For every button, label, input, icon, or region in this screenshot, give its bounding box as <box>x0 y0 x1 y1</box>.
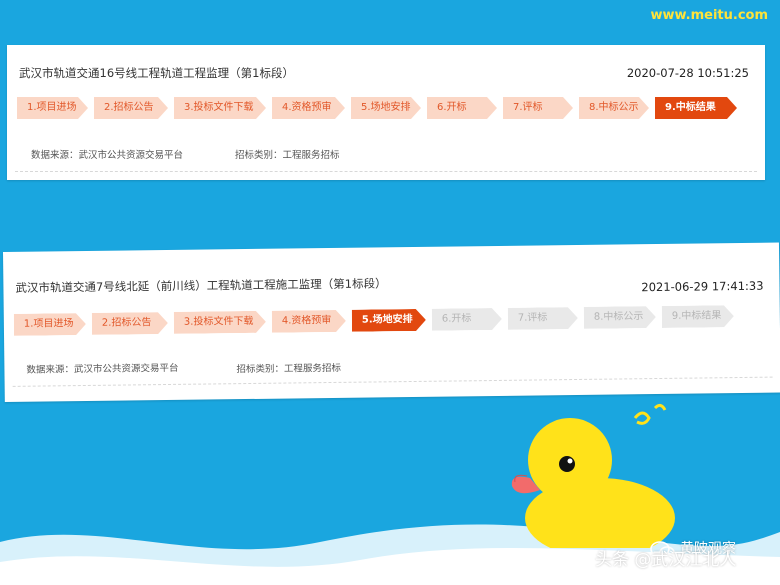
step-8[interactable]: 8.中标公示 <box>579 97 649 119</box>
step-5[interactable]: 5.场地安排 <box>351 97 421 119</box>
step-6[interactable]: 6.开标 <box>432 308 502 331</box>
step-2[interactable]: 2.招标公告 <box>92 312 168 335</box>
step-1[interactable]: 1.项目进场 <box>14 313 86 336</box>
author-credit: 头条 @武汉江北人 <box>595 550 737 570</box>
card-title: 武汉市轨道交通16号线工程轨道工程监理（第1标段） <box>19 66 294 80</box>
data-source: 数据来源：武汉市公共资源交易平台 <box>26 362 179 376</box>
tender-category: 招标类别：工程服务招标 <box>236 362 342 376</box>
step-6[interactable]: 6.开标 <box>427 97 497 119</box>
step-5[interactable]: 5.场地安排 <box>352 309 426 332</box>
divider <box>15 171 757 172</box>
step-7[interactable]: 7.评标 <box>508 307 578 330</box>
step-3[interactable]: 3.投标文件下载 <box>174 311 266 334</box>
step-7[interactable]: 7.评标 <box>503 97 573 119</box>
step-1[interactable]: 1.项目进场 <box>17 97 88 119</box>
card-title: 武汉市轨道交通7号线北延（前川线）工程轨道工程施工监理（第1标段） <box>15 276 387 295</box>
step-4[interactable]: 4.资格预审 <box>272 97 345 119</box>
tender-card-2: 武汉市轨道交通7号线北延（前川线）工程轨道工程施工监理（第1标段） 2021-0… <box>3 242 780 402</box>
card-timestamp: 2021-06-29 17:41:33 <box>641 278 764 295</box>
step-9[interactable]: 9.中标结果 <box>662 305 734 328</box>
step-9[interactable]: 9.中标结果 <box>655 97 737 119</box>
tender-category: 招标类别：工程服务招标 <box>235 150 340 161</box>
step-2[interactable]: 2.招标公告 <box>94 97 168 119</box>
tender-card-1: 武汉市轨道交通16号线工程轨道工程监理（第1标段） 2020-07-28 10:… <box>7 45 765 180</box>
data-source: 数据来源：武汉市公共资源交易平台 <box>31 150 184 161</box>
progress-steps: 1.项目进场 2.招标公告 3.投标文件下载 4.资格预审 5.场地安排 6.开… <box>14 305 734 336</box>
divider <box>12 376 773 387</box>
card-timestamp: 2020-07-28 10:51:25 <box>626 66 749 80</box>
step-4[interactable]: 4.资格预审 <box>272 310 346 333</box>
duck-icon <box>511 403 675 548</box>
progress-steps: 1.项目进场 2.招标公告 3.投标文件下载 4.资格预审 5.场地安排 6.开… <box>17 97 737 119</box>
step-3[interactable]: 3.投标文件下载 <box>174 97 266 119</box>
step-8[interactable]: 8.中标公示 <box>584 306 656 329</box>
watermark: www.meitu.com <box>650 8 768 23</box>
